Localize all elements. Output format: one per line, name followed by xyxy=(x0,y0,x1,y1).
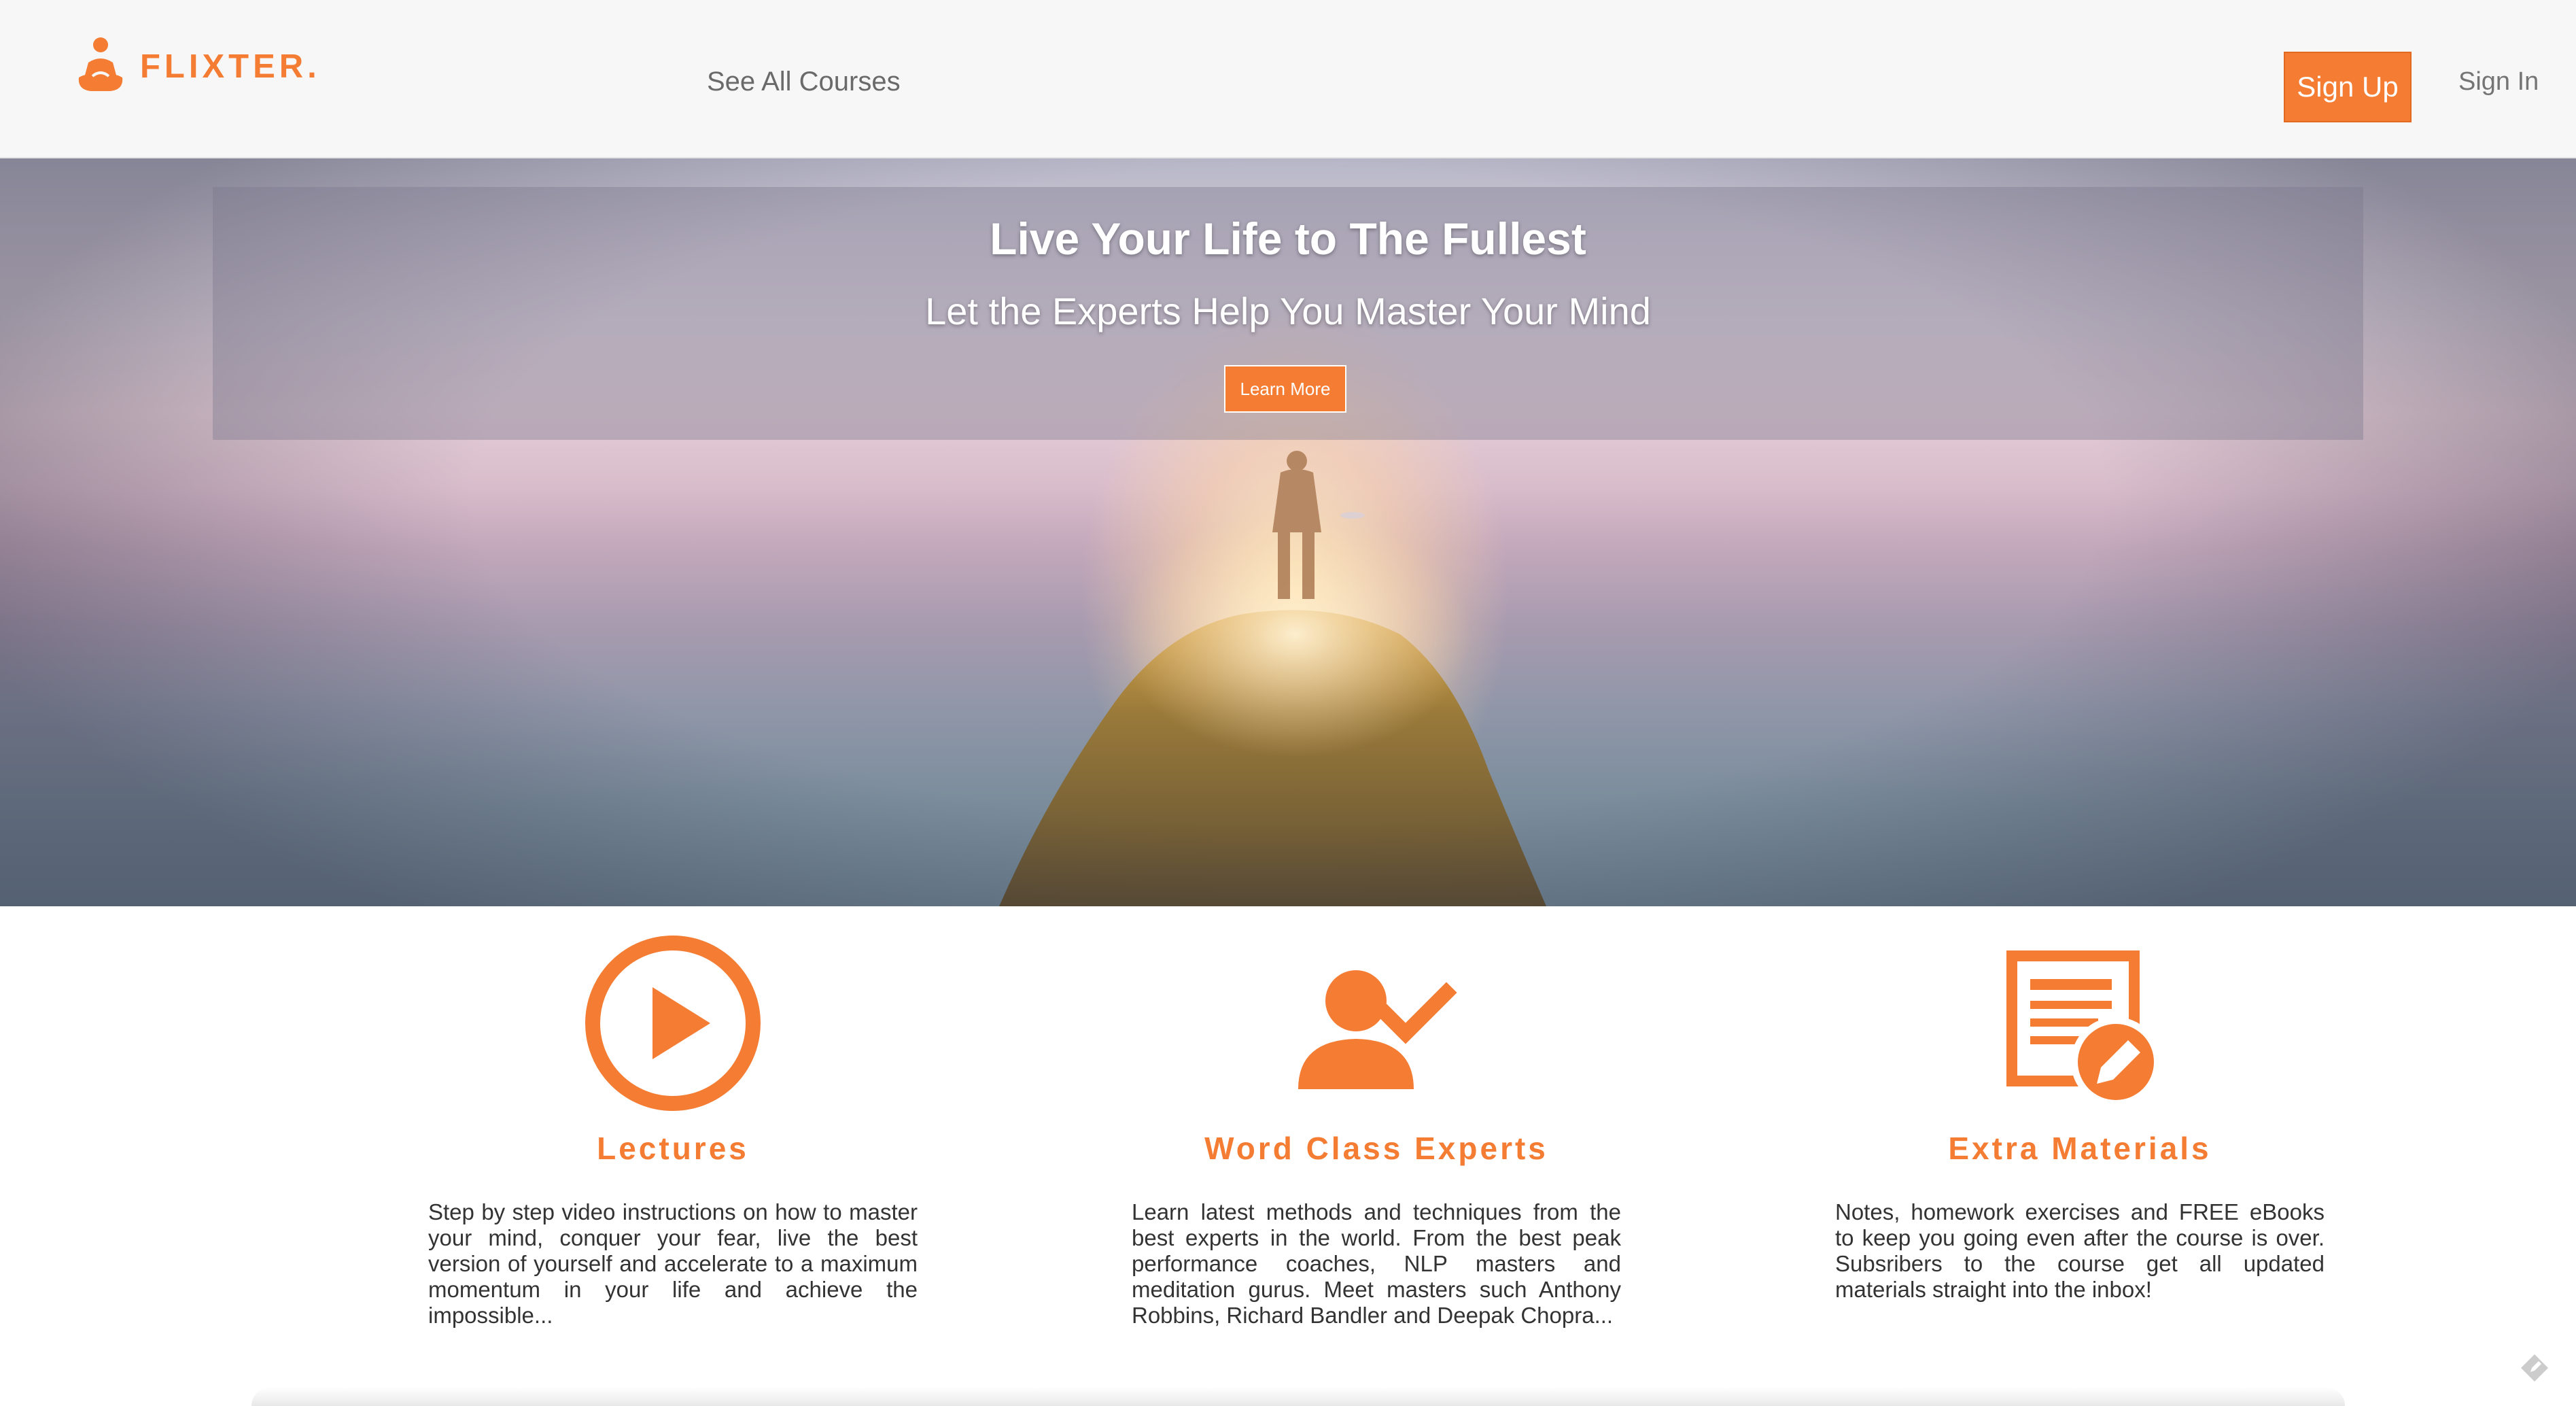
feature-description: Step by step video instructions on how t… xyxy=(428,1199,918,1328)
document-edit-icon xyxy=(2006,950,2161,1107)
next-section-edge xyxy=(251,1387,2345,1406)
signup-button[interactable]: Sign Up xyxy=(2284,52,2412,122)
nav-see-all-courses[interactable]: See All Courses xyxy=(707,67,901,97)
hero-title: Live Your Life to The Fullest xyxy=(990,213,1586,264)
feature-title: Word Class Experts xyxy=(1204,1131,1548,1166)
brand-name: FLIXTER. xyxy=(140,48,321,85)
meditation-logo-icon xyxy=(78,37,123,91)
site-header: FLIXTER. See All Courses Sign Up Sign In xyxy=(0,0,2576,158)
edit-badge-icon[interactable] xyxy=(2518,1352,2551,1384)
signin-link[interactable]: Sign In xyxy=(2458,67,2539,97)
feature-title: Extra Materials xyxy=(1948,1131,2212,1166)
hero-banner: Live Your Life to The Fullest Let the Ex… xyxy=(0,158,2576,906)
user-check-icon xyxy=(1298,970,1457,1089)
learn-more-button[interactable]: Learn More xyxy=(1224,365,1346,413)
brand-logo[interactable]: FLIXTER. xyxy=(76,33,321,101)
feature-description: Learn latest methods and techniques from… xyxy=(1132,1199,1621,1328)
feature-title: Lectures xyxy=(597,1131,749,1166)
feature-description: Notes, homework exercises and FREE eBook… xyxy=(1835,1199,2325,1302)
hero-subtitle: Let the Experts Help You Master Your Min… xyxy=(925,290,1651,332)
play-circle-icon xyxy=(585,936,761,1111)
